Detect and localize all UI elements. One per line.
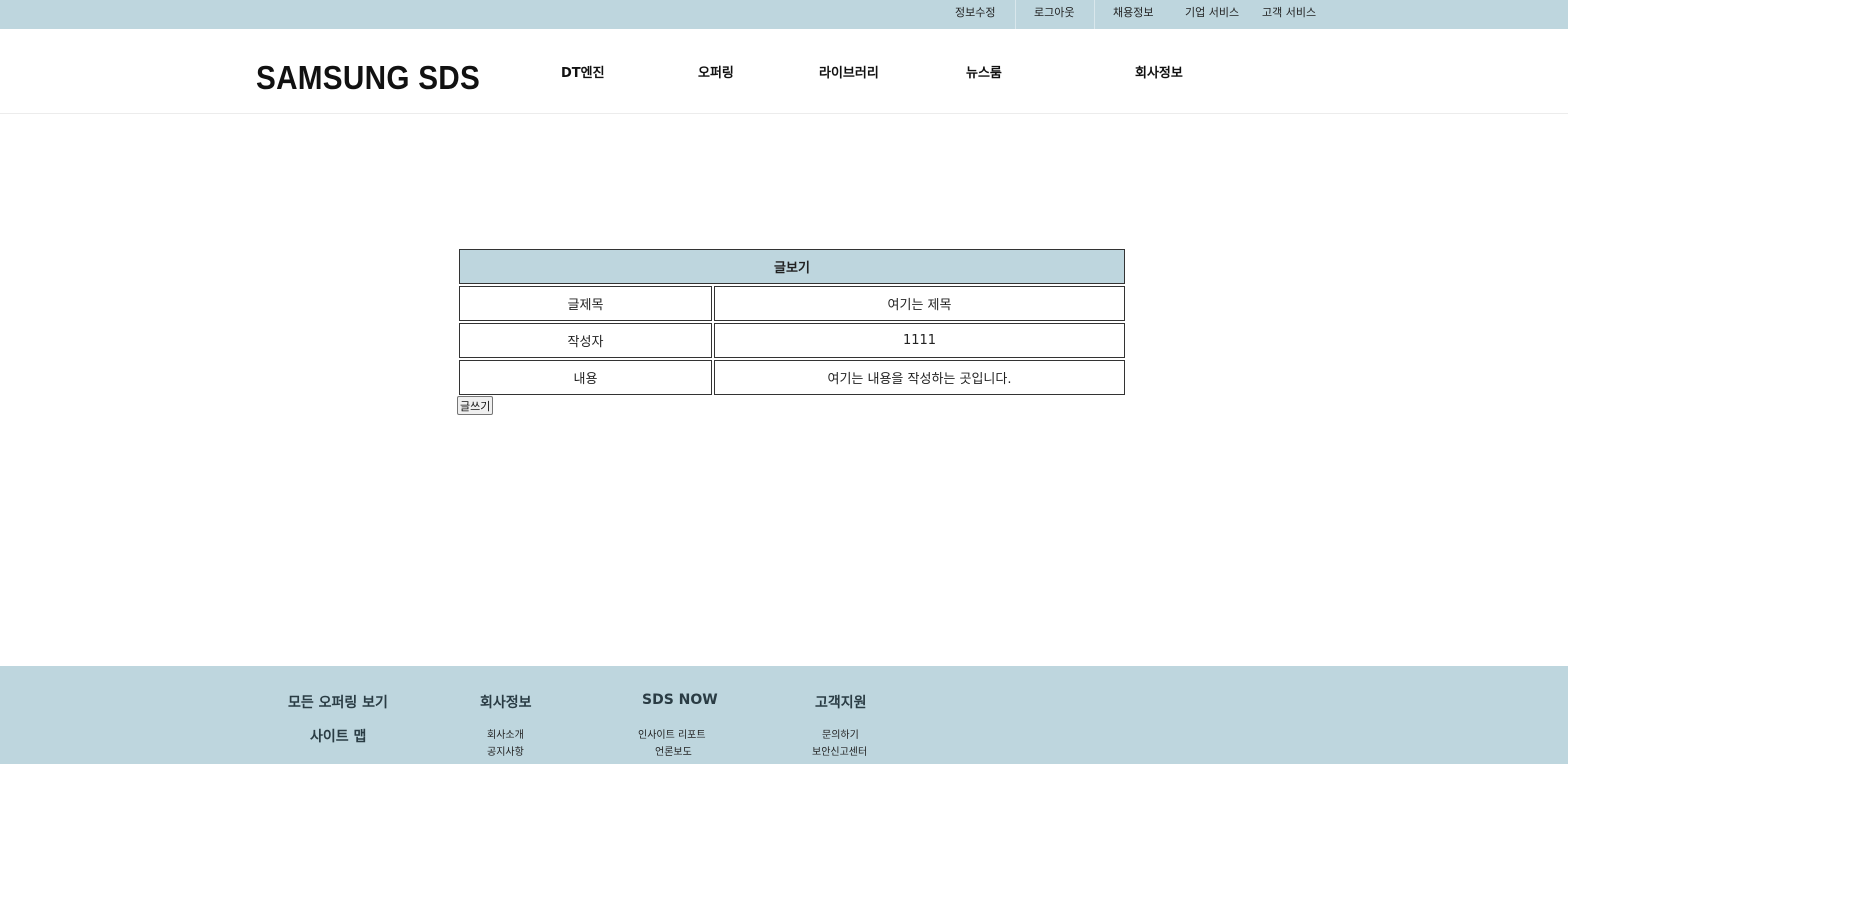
write-post-button[interactable]: 글쓰기 [457,396,494,415]
post-title-label: 글제목 [459,286,712,321]
post-content-label: 내용 [459,360,712,395]
nav-company-info[interactable]: 회사정보 [1135,62,1183,81]
main-header: SAMSUNG SDS DT엔진 오퍼링 라이브러리 뉴스룸 회사정보 [0,29,1568,114]
footer-heading-support: 고객지원 [815,695,867,711]
table-row: 작성자 1111 [459,323,1125,358]
edit-profile-link[interactable]: 정보수정 [955,0,995,29]
footer-heading-company: 회사정보 [480,695,532,711]
footer-link-about[interactable]: 회사소개 [487,726,524,741]
nav-offering[interactable]: 오퍼링 [698,62,734,81]
samsung-sds-logo[interactable]: SAMSUNG SDS [256,59,480,97]
careers-link[interactable]: 채용정보 [1113,0,1153,29]
footer-heading-sds-now: SDS NOW [642,692,718,708]
footer-link-notice[interactable]: 공지사항 [487,743,524,758]
footer-link-inquiry[interactable]: 문의하기 [822,726,859,741]
nav-library[interactable]: 라이브러리 [819,62,879,81]
logout-link[interactable]: 로그아웃 [1034,0,1074,29]
customer-service-link[interactable]: 고객 서비스 [1262,0,1316,29]
utility-bar: 정보수정 로그아웃 채용정보 기업 서비스 고객 서비스 [0,0,1568,29]
post-title-value: 여기는 제목 [714,286,1125,321]
post-author-label: 작성자 [459,323,712,358]
utility-divider [1094,0,1095,29]
table-row: 글제목 여기는 제목 [459,286,1125,321]
nav-dt-engine[interactable]: DT엔진 [561,62,605,81]
site-footer: 모든 오퍼링 보기 사이트 맵 회사정보 회사소개 공지사항 SDS NOW 인… [0,666,1568,764]
post-view-title: 글보기 [459,249,1125,284]
post-content-value: 여기는 내용을 작성하는 곳입니다. [714,360,1125,395]
footer-link-security-report[interactable]: 보안신고센터 [812,743,867,758]
all-offerings-link[interactable]: 모든 오퍼링 보기 [288,692,388,712]
utility-divider [1015,0,1016,29]
footer-link-insight-report[interactable]: 인사이트 리포트 [638,726,706,741]
post-author-value: 1111 [714,323,1125,358]
sitemap-link[interactable]: 사이트 맵 [310,726,366,746]
business-services-link[interactable]: 기업 서비스 [1185,0,1239,29]
post-view-table: 글보기 글제목 여기는 제목 작성자 1111 내용 여기는 내용을 작성하는 … [457,247,1127,397]
nav-newsroom[interactable]: 뉴스룸 [966,62,1002,81]
table-row: 내용 여기는 내용을 작성하는 곳입니다. [459,360,1125,395]
footer-link-press[interactable]: 언론보도 [655,743,692,758]
